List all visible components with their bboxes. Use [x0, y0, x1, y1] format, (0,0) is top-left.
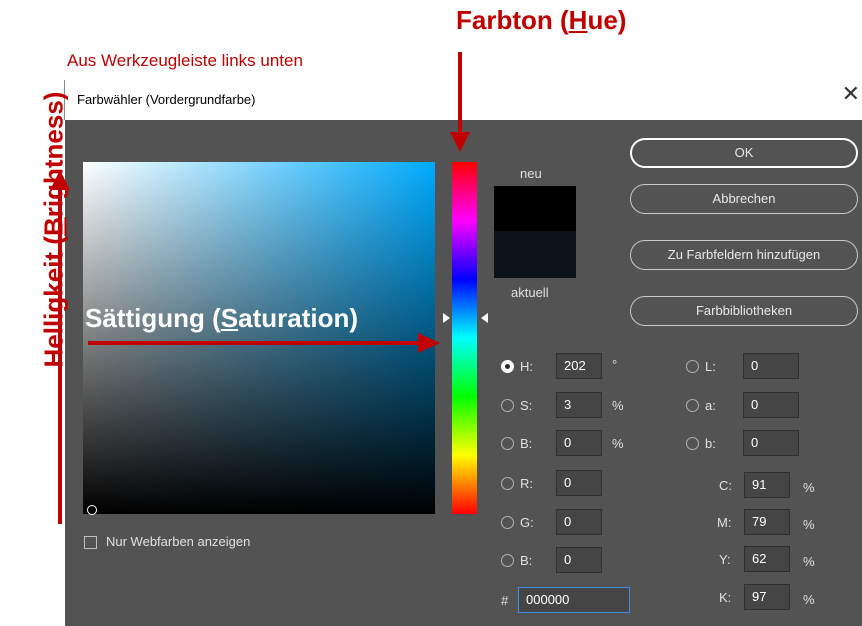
saturation-arrow-head-icon: [418, 333, 440, 353]
brightness-arrow-head-icon: [50, 170, 70, 190]
hue-arrow-head-icon: [450, 132, 470, 152]
annotation-arrows: [50, 52, 470, 524]
